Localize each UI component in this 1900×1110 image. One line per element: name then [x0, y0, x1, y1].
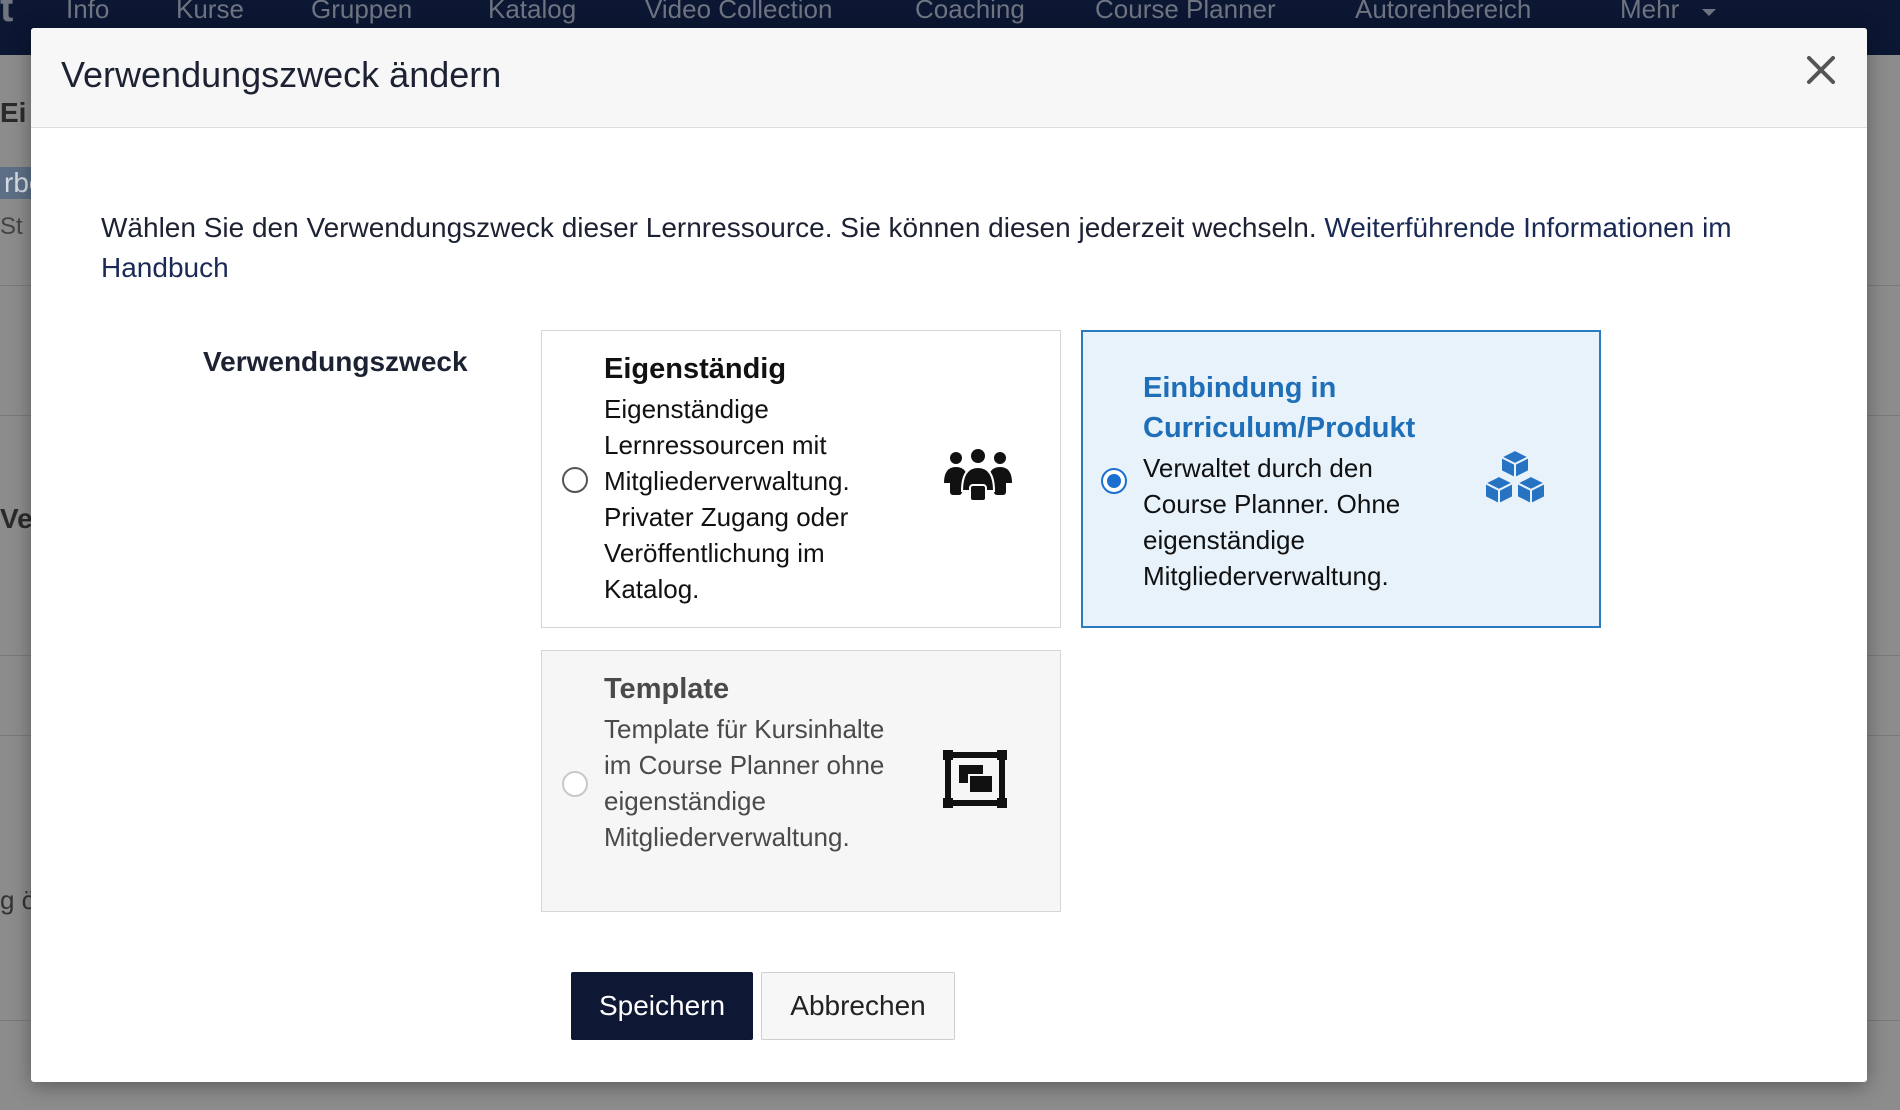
intro-description: Wählen Sie den Verwendungszweck dieser L…	[101, 212, 1325, 243]
save-button[interactable]: Speichern	[571, 972, 753, 1040]
dialog-title: Verwendungszweck ändern	[61, 54, 502, 95]
option-title: Eigenständig	[604, 353, 787, 385]
option-title: Template	[604, 673, 730, 705]
radio-eigenstaendig[interactable]	[562, 467, 588, 493]
nav-item-autorenbereich[interactable]: Autorenbereich	[1355, 0, 1531, 25]
close-icon	[1807, 56, 1835, 84]
nav-item-gruppen[interactable]: Gruppen	[311, 0, 412, 25]
users-icon	[942, 449, 1014, 506]
dialog-header: Verwendungszweck ändern	[31, 28, 1867, 128]
nav-item-katalog[interactable]: Katalog	[488, 0, 576, 25]
intro-text: Wählen Sie den Verwendungszweck dieser L…	[101, 208, 1801, 288]
nav-item-kurse[interactable]: Kurse	[176, 0, 244, 25]
radio-curriculum[interactable]	[1101, 468, 1127, 494]
option-title: Einbindung in Curriculum/Produkt	[1143, 372, 1416, 444]
nav-item-info[interactable]: Info	[66, 0, 109, 25]
app-logo: t	[0, 0, 14, 30]
field-label: Verwendungszweck	[203, 346, 468, 377]
nav-item-course-planner[interactable]: Course Planner	[1095, 0, 1276, 25]
option-eigenstaendig[interactable]: Eigenständig Eigenständige Lernressource…	[541, 330, 1061, 628]
option-description: Eigenständige Lernressourcen mit Mitglie…	[604, 394, 850, 604]
option-description: Template für Kursinhalte im Course Plann…	[604, 714, 885, 852]
change-purpose-dialog: Verwendungszweck ändern Wählen Sie den V…	[31, 28, 1867, 1082]
radio-template	[562, 771, 588, 797]
nav-item-coaching[interactable]: Coaching	[915, 0, 1025, 25]
background-text: Ei	[0, 97, 27, 128]
option-description: Verwaltet durch den Course Planner. Ohne…	[1143, 453, 1401, 591]
background-text: Ve	[0, 503, 33, 534]
option-curriculum[interactable]: Einbindung in Curriculum/Produkt Verwalt…	[1081, 330, 1601, 628]
close-button[interactable]	[1799, 48, 1843, 92]
background-text: St	[0, 213, 23, 240]
nav-item-mehr[interactable]: Mehr	[1620, 0, 1679, 25]
nav-item-video-collection[interactable]: Video Collection	[645, 0, 832, 25]
cubes-icon	[1481, 448, 1549, 513]
option-template: Template Template für Kursinhalte im Cou…	[541, 650, 1061, 912]
template-icon	[942, 749, 1008, 814]
cancel-button[interactable]: Abbrechen	[761, 972, 955, 1040]
chevron-down-icon	[1700, 0, 1718, 29]
